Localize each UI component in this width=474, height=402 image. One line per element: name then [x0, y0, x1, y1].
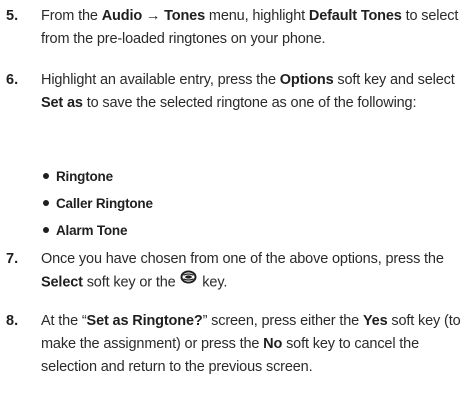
step-number: 8. [6, 313, 19, 329]
menu-item: Set as [41, 95, 83, 111]
menu-path: Audio → Tones [101, 8, 206, 24]
option-item: Alarm Tone [43, 221, 127, 241]
bullet-icon [43, 200, 49, 207]
step-text: At the “Set as Ringtone?” screen, press … [41, 313, 461, 375]
bullet-icon [43, 227, 49, 234]
center-select-key-icon [180, 269, 197, 292]
bullet-icon [43, 173, 49, 180]
instruction-page: 5. From the Audio → Tones menu, highligh… [0, 0, 474, 402]
step-text: Highlight an available entry, press the … [41, 72, 455, 111]
menu-item: Default Tones [308, 8, 402, 24]
soft-key-name: Yes [362, 313, 388, 329]
step-number: 5. [6, 8, 19, 24]
soft-key-name: Options [279, 72, 334, 88]
step-text: From the Audio → Tones menu, highlight D… [41, 8, 459, 47]
option-item: Caller Ringtone [43, 194, 153, 214]
step-number: 6. [6, 72, 19, 88]
screen-name: Set as Ringtone? [86, 313, 203, 329]
option-item: Ringtone [43, 167, 113, 187]
soft-key-name: Select [41, 274, 83, 291]
step-text: Once you have chosen from one of the abo… [41, 251, 444, 292]
step-number: 7. [6, 251, 19, 267]
soft-key-name: No [263, 336, 283, 352]
